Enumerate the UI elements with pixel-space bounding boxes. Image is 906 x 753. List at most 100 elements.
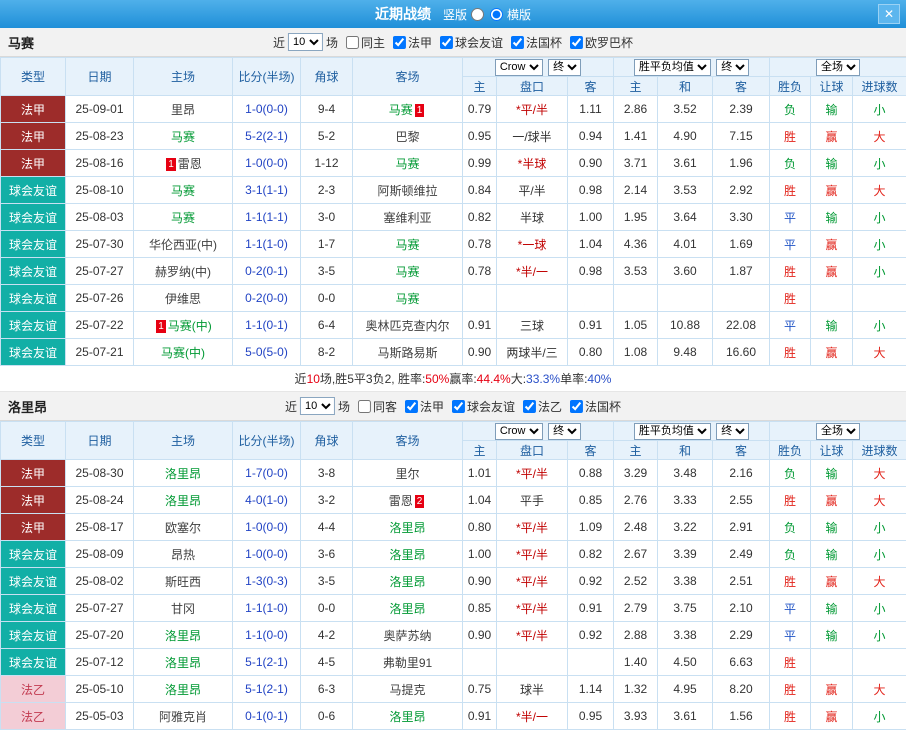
vertical-layout-radio[interactable]: [471, 8, 484, 21]
home-team-name: 洛里昂: [165, 683, 201, 697]
col-score: 比分(半场): [233, 422, 301, 460]
filter-checkbox[interactable]: [523, 400, 536, 413]
filter-option[interactable]: 球会友谊: [447, 398, 515, 415]
col-home: 主场: [134, 58, 233, 96]
home-team-cell: 洛里昂: [134, 460, 233, 487]
score-cell[interactable]: 1-0(0-0): [233, 514, 301, 541]
filter-option[interactable]: 同客: [353, 398, 397, 415]
filter-option[interactable]: 法国杯: [506, 34, 562, 51]
score-cell[interactable]: 0-2(0-0): [233, 285, 301, 312]
filter-checkbox[interactable]: [570, 36, 583, 49]
league-type-cell: 球会友谊: [1, 231, 66, 258]
match-count-select[interactable]: 10: [300, 397, 335, 415]
score-cell[interactable]: 1-0(0-0): [233, 541, 301, 568]
handicap-result-cell: 输: [811, 514, 853, 541]
filter-option[interactable]: 法乙: [518, 398, 562, 415]
match-count-select[interactable]: 10: [288, 33, 323, 51]
away-odds-cell: 1.14: [568, 676, 614, 703]
handicap-result-cell: 赢: [811, 568, 853, 595]
filter-option[interactable]: 法国杯: [565, 398, 621, 415]
avg-away-cell: 8.20: [713, 676, 770, 703]
home-team-name: 洛里昂: [165, 629, 201, 643]
filter-checkbox[interactable]: [405, 400, 418, 413]
score-cell[interactable]: 5-1(2-1): [233, 676, 301, 703]
close-button[interactable]: ✕: [878, 4, 900, 24]
filter-checkbox[interactable]: [346, 36, 359, 49]
score-cell[interactable]: 5-1(2-1): [233, 649, 301, 676]
avg-home-cell: 1.32: [614, 676, 658, 703]
handicap-cell: *平/半: [497, 568, 568, 595]
bookmaker-select[interactable]: Crow: [495, 59, 543, 76]
home-team-cell: 阿雅克肖: [134, 703, 233, 730]
avg-away-cell: 2.10: [713, 595, 770, 622]
scope-select[interactable]: 全场: [816, 59, 860, 76]
avg-home-cell: 2.52: [614, 568, 658, 595]
table-row: 球会友谊25-07-20洛里昂1-1(0-0)4-2奥萨苏纳0.90*平/半0.…: [1, 622, 906, 649]
away-team-cell: 洛里昂: [353, 568, 463, 595]
filter-checkbox[interactable]: [511, 36, 524, 49]
avg-final-select[interactable]: 终: [716, 423, 749, 440]
filter-checkbox[interactable]: [358, 400, 371, 413]
league-type-cell: 球会友谊: [1, 649, 66, 676]
score-cell[interactable]: 1-1(1-0): [233, 231, 301, 258]
scope-select[interactable]: 全场: [816, 423, 860, 440]
avg-draw-cell: 3.61: [658, 150, 713, 177]
bookmaker-select[interactable]: Crow: [495, 423, 543, 440]
stats-text: 33.3%: [526, 372, 560, 386]
score-cell[interactable]: 1-7(0-0): [233, 460, 301, 487]
table-row: 球会友谊25-08-02斯旺西1-3(0-3)3-5洛里昂0.90*平/半0.9…: [1, 568, 906, 595]
date-cell: 25-08-30: [66, 460, 134, 487]
filter-option[interactable]: 法甲: [400, 398, 444, 415]
filter-checkbox[interactable]: [440, 36, 453, 49]
score-cell[interactable]: 1-0(0-0): [233, 150, 301, 177]
avg-select[interactable]: 胜平负均值: [634, 423, 711, 440]
goals-result-cell: 大: [853, 487, 906, 514]
stats-text: 单率:: [560, 370, 587, 387]
filter-option[interactable]: 球会友谊: [435, 34, 503, 51]
horizontal-layout-radio[interactable]: [490, 8, 503, 21]
score-cell[interactable]: 5-0(5-0): [233, 339, 301, 366]
score-cell[interactable]: 1-1(1-1): [233, 204, 301, 231]
filter-option[interactable]: 同主: [341, 34, 385, 51]
subcol-avg-home: 主: [614, 77, 658, 96]
score-cell[interactable]: 5-2(2-1): [233, 123, 301, 150]
home-team-name: 马赛(中): [168, 319, 212, 333]
home-team-name: 洛里昂: [165, 467, 201, 481]
col-corners: 角球: [301, 422, 353, 460]
filter-near-label: 近: [273, 34, 285, 51]
score-cell[interactable]: 1-1(1-0): [233, 595, 301, 622]
score-cell[interactable]: 0-2(0-1): [233, 258, 301, 285]
away-odds-cell: 0.80: [568, 339, 614, 366]
away-team-cell: 塞维利亚: [353, 204, 463, 231]
filter-option[interactable]: 欧罗巴杯: [565, 34, 633, 51]
filter-checkbox[interactable]: [393, 36, 406, 49]
score-cell[interactable]: 0-1(0-1): [233, 703, 301, 730]
table-row: 球会友谊25-07-27赫罗纳(中)0-2(0-1)3-5马赛0.78*半/一0…: [1, 258, 906, 285]
away-team-name: 马提克: [389, 683, 425, 697]
odds-final-select[interactable]: 终: [548, 423, 581, 440]
goals-result-cell: 小: [853, 231, 906, 258]
league-type-cell: 法甲: [1, 514, 66, 541]
score-cell[interactable]: 1-0(0-0): [233, 96, 301, 123]
home-team-name: 昂热: [171, 548, 195, 562]
home-odds-cell: 0.90: [463, 622, 497, 649]
home-odds-cell: 0.90: [463, 568, 497, 595]
score-cell[interactable]: 1-3(0-3): [233, 568, 301, 595]
odds-final-select[interactable]: 终: [548, 59, 581, 76]
score-cell[interactable]: 4-0(1-0): [233, 487, 301, 514]
avg-final-select[interactable]: 终: [716, 59, 749, 76]
avg-away-cell: 16.60: [713, 339, 770, 366]
avg-home-cell: 2.67: [614, 541, 658, 568]
filter-checkbox[interactable]: [570, 400, 583, 413]
filter-option[interactable]: 法甲: [388, 34, 432, 51]
away-odds-cell: 1.04: [568, 231, 614, 258]
filter-checkbox[interactable]: [452, 400, 465, 413]
avg-select[interactable]: 胜平负均值: [634, 59, 711, 76]
score-cell[interactable]: 1-1(0-1): [233, 312, 301, 339]
subcol-avg-away: 客: [713, 441, 770, 460]
avg-away-cell: 22.08: [713, 312, 770, 339]
score-cell[interactable]: 1-1(0-0): [233, 622, 301, 649]
result-cell: 胜: [770, 649, 811, 676]
score-cell[interactable]: 3-1(1-1): [233, 177, 301, 204]
away-odds-cell: 1.11: [568, 96, 614, 123]
